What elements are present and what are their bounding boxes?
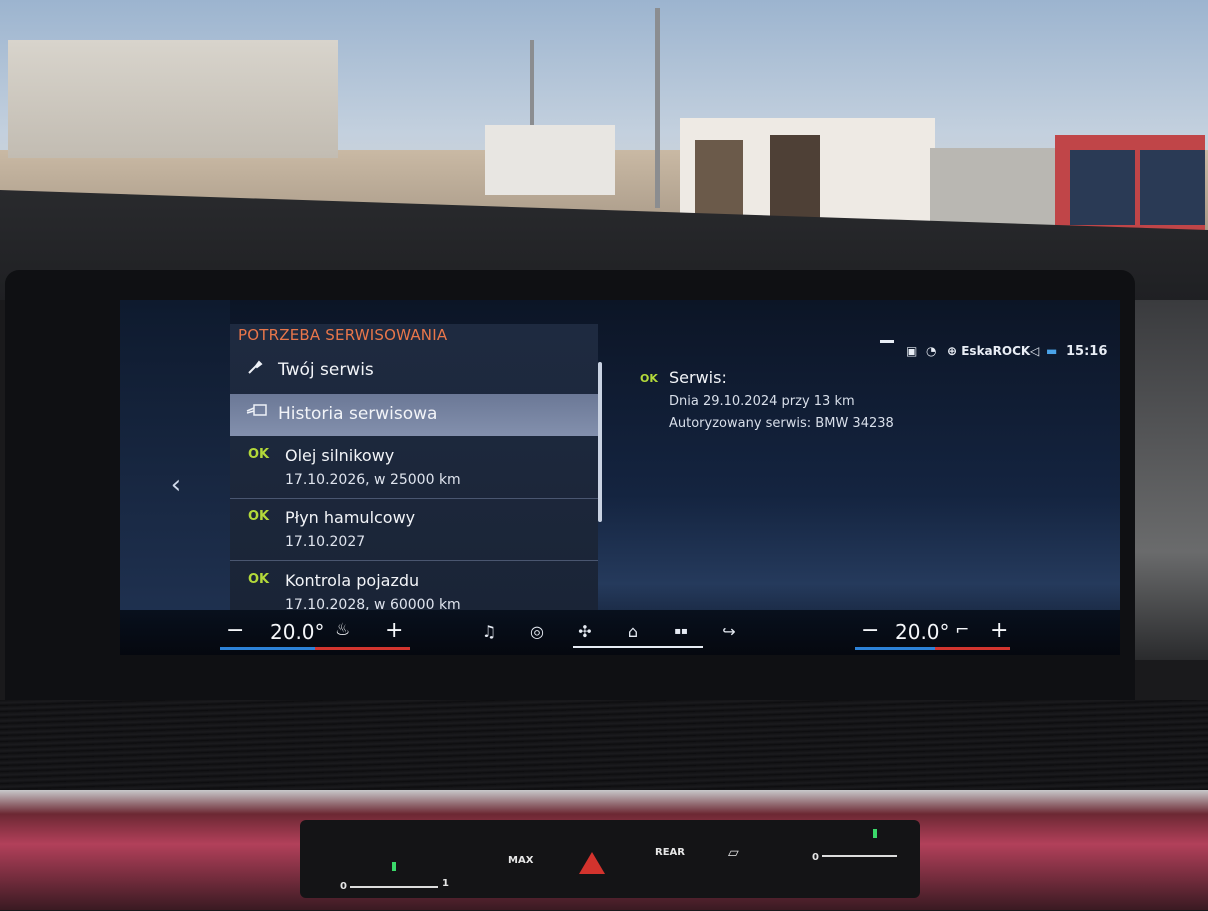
- container-building: [485, 125, 615, 195]
- slider-min-label-right: 0: [812, 852, 819, 863]
- slider-max-label: 1: [442, 878, 449, 889]
- temperature-slider[interactable]: [822, 855, 897, 857]
- recirculation-icon[interactable]: ▱: [728, 845, 739, 861]
- left-temp-up-button[interactable]: +: [385, 618, 403, 643]
- left-climate: − 20.0° ♨ +: [220, 618, 410, 652]
- wrench-icon: [246, 358, 264, 381]
- music-icon[interactable]: ♫: [475, 620, 503, 644]
- fan-icon[interactable]: ✣: [571, 620, 599, 644]
- scrollbar[interactable]: [598, 362, 602, 522]
- phone-icon[interactable]: ↪: [715, 620, 743, 644]
- menu-title: POTRZEBA SERWISOWANIA: [238, 326, 448, 344]
- truck-panel: [1070, 150, 1135, 225]
- fan-slider[interactable]: [350, 886, 438, 888]
- led-indicator-right: [873, 829, 877, 838]
- service-item-plyn[interactable]: OK Płyn hamulcowy 17.10.2027: [230, 501, 598, 561]
- left-temperature[interactable]: 20.0°: [270, 620, 325, 644]
- menu-item-label: Historia serwisowa: [278, 404, 438, 424]
- detail-workshop: Autoryzowany serwis: BMW 34238: [669, 416, 894, 431]
- hazard-icon[interactable]: [579, 852, 605, 874]
- service-item-label: Kontrola pojazdu: [285, 571, 420, 590]
- office-window: [695, 140, 743, 216]
- apps-icon[interactable]: ▪▪: [667, 620, 695, 644]
- status-badge: OK: [248, 572, 270, 587]
- service-item-value: 17.10.2026, w 25000 km: [285, 472, 461, 488]
- detail-date: Dnia 29.10.2024 przy 13 km: [669, 394, 855, 409]
- radio-station: ⊕ EskaROCK: [947, 344, 1031, 358]
- dock: ♫ ◎ ✣ ⌂ ▪▪ ↪: [475, 620, 745, 650]
- service-history-icon: [246, 402, 268, 423]
- warehouse-building: [8, 40, 338, 158]
- menu-item-historia-serwisowa[interactable]: Historia serwisowa: [230, 394, 598, 436]
- volume-icon: ◁: [1030, 344, 1040, 358]
- right-climate: − 20.0° ⌐ +: [855, 618, 1015, 652]
- status-bar: ▣ ◔ ⊕ EskaROCK ◁ ▬ 15:16: [870, 340, 1110, 362]
- connectivity-icon: ◔: [926, 344, 937, 358]
- right-temp-up-button[interactable]: +: [990, 618, 1008, 643]
- rear-defrost-button[interactable]: REAR: [655, 847, 685, 858]
- home-icon[interactable]: ⌂: [619, 620, 647, 644]
- infotainment-screen: ‹ POTRZEBA SERWISOWANIA Twój serwis Hist…: [120, 300, 1120, 655]
- left-temp-down-button[interactable]: −: [226, 618, 244, 643]
- led-indicator: [392, 862, 396, 871]
- status-badge: OK: [248, 509, 270, 524]
- service-item-value: 17.10.2027: [285, 534, 366, 550]
- minimize-icon[interactable]: [880, 340, 894, 343]
- dock-active-indicator: [573, 646, 703, 648]
- clock: 15:16: [1066, 344, 1108, 359]
- temp-bar-cold: [855, 647, 935, 650]
- truck-panel-right: [1140, 150, 1205, 225]
- left-gutter: [120, 300, 230, 620]
- service-item-label: Płyn hamulcowy: [285, 508, 416, 527]
- max-defrost-button[interactable]: MAX: [508, 855, 533, 866]
- status-badge: OK: [248, 447, 270, 462]
- slider-min-label: 0: [340, 881, 347, 892]
- back-chevron-icon[interactable]: ‹: [164, 470, 188, 500]
- right-temperature[interactable]: 20.0°: [895, 620, 950, 644]
- menu-item-twoj-serwis[interactable]: Twój serwis: [230, 350, 598, 392]
- menu-item-label: Twój serwis: [278, 360, 374, 380]
- detail-status-badge: OK: [640, 372, 658, 385]
- seat-heating-icon[interactable]: ♨: [335, 620, 350, 640]
- sim-icon: ▣: [906, 344, 918, 358]
- detail-title: Serwis:: [669, 368, 727, 387]
- drive-icon[interactable]: ◎: [523, 620, 551, 644]
- temp-bar-cold: [220, 647, 315, 650]
- temp-bar-warm: [315, 647, 410, 650]
- office-door: [770, 135, 820, 220]
- seat-ventilation-icon[interactable]: ⌐: [955, 620, 969, 640]
- weather-icon: ▬: [1046, 344, 1058, 358]
- radio-station-name: EskaROCK: [961, 344, 1031, 358]
- right-temp-down-button[interactable]: −: [861, 618, 879, 643]
- light-pole: [655, 8, 660, 208]
- temp-bar-warm: [935, 647, 1010, 650]
- service-item-label: Olej silnikowy: [285, 446, 395, 465]
- service-item-olej[interactable]: OK Olej silnikowy 17.10.2026, w 25000 km: [230, 439, 598, 499]
- service-menu: POTRZEBA SERWISOWANIA Twój serwis Histor…: [230, 324, 598, 620]
- bottom-bar: − 20.0° ♨ + ♫ ◎ ✣ ⌂ ▪▪ ↪ − 20.0° ⌐ +: [120, 610, 1120, 655]
